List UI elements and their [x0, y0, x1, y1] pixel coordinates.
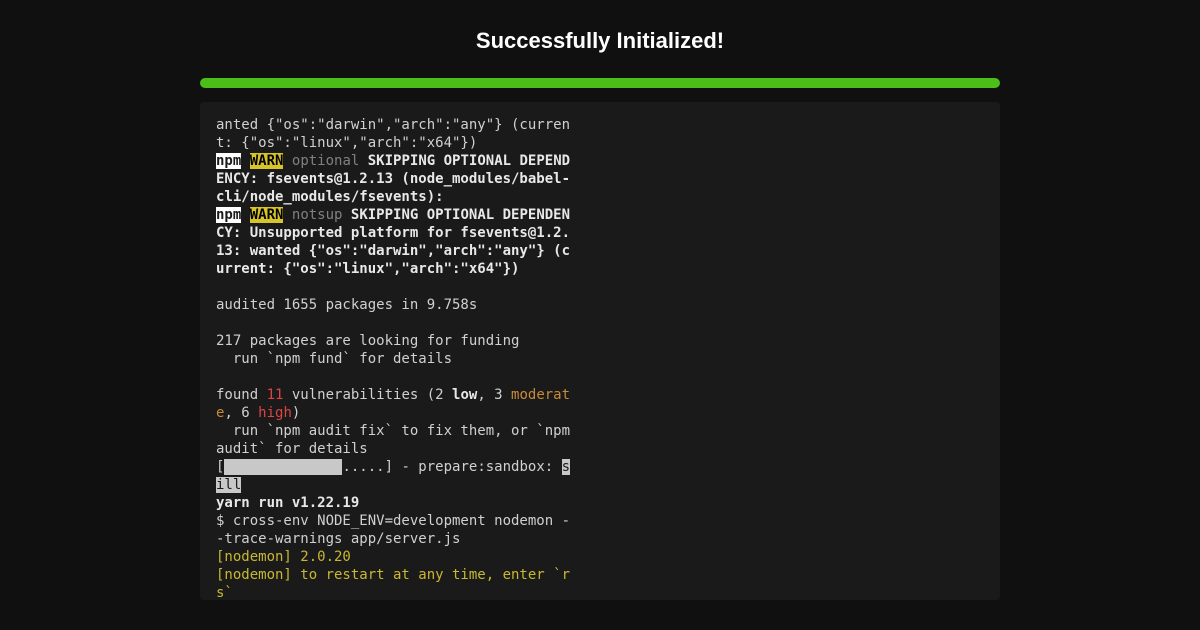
progress-bar — [200, 78, 1000, 88]
page-title: Successfully Initialized! — [476, 28, 724, 54]
terminal-output: anted {"os":"darwin","arch":"any"} (curr… — [216, 116, 576, 600]
terminal-window[interactable]: anted {"os":"darwin","arch":"any"} (curr… — [200, 102, 1000, 600]
